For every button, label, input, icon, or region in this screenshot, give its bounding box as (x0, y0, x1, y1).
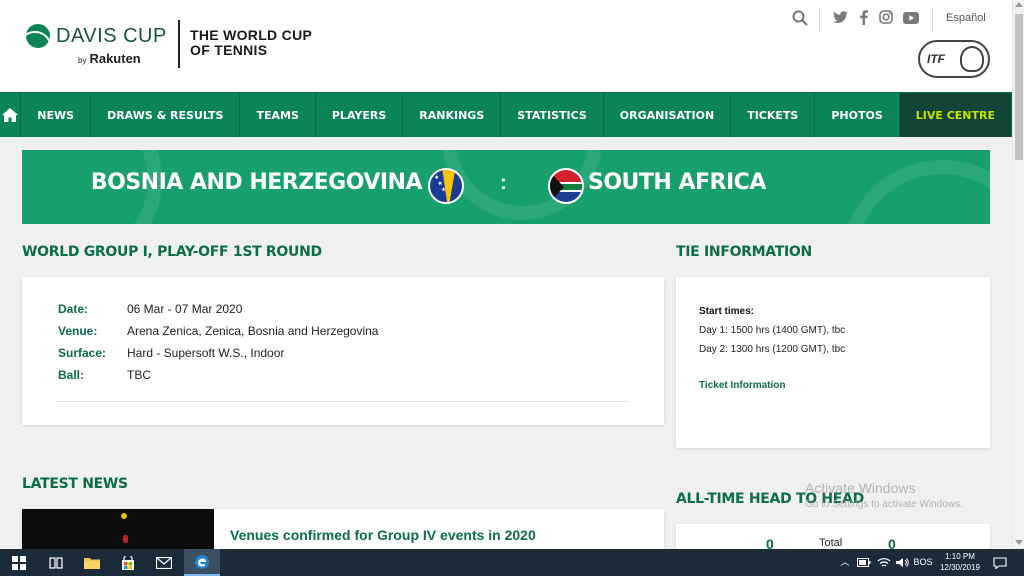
volume-icon[interactable] (894, 549, 910, 576)
watermark-title: Activate Windows (805, 480, 916, 496)
info-value: 06 Mar - 07 Mar 2020 (127, 302, 243, 316)
bosnia-flag-icon (428, 168, 464, 204)
main-nav: NEWS DRAWS & RESULTS TEAMS PLAYERS RANKI… (0, 92, 1012, 137)
itf-logo[interactable]: ITF (918, 40, 990, 78)
page-scrollbar[interactable] (1012, 0, 1024, 549)
nav-item-tickets[interactable]: TICKETS (731, 93, 816, 137)
event-title: WORLD GROUP I, PLAY-OFF 1ST ROUND (22, 244, 322, 260)
head-to-head-label: Total (819, 537, 843, 549)
nav-item-draws-results[interactable]: DRAWS & RESULTS (91, 93, 241, 137)
brand-name: DAVIS CUP (56, 25, 167, 47)
banner-decoration (842, 160, 990, 224)
tie-info-card: Start times: Day 1: 1500 hrs (1400 GMT),… (676, 277, 990, 448)
brand-sponsor: by Rakuten (78, 51, 141, 66)
windows-taskbar: ︿ BOS 1:10 PM 12/30/2019 (0, 549, 1024, 576)
ticket-information-link[interactable]: Ticket Information (699, 380, 786, 391)
notifications-icon[interactable] (990, 549, 1010, 576)
nav-item-players[interactable]: PLAYERS (316, 93, 404, 137)
tie-info-title: TIE INFORMATION (676, 244, 812, 260)
latest-news-title: LATEST NEWS (22, 476, 128, 492)
south-africa-flag-icon (548, 168, 584, 204)
youtube-icon[interactable] (901, 10, 921, 30)
keyboard-language[interactable]: BOS (912, 549, 934, 576)
davis-cup-ball-icon (26, 24, 50, 48)
nav-item-statistics[interactable]: STATISTICS (501, 93, 604, 137)
head-to-head-card: 0 Total 0 (676, 524, 990, 549)
language-switch[interactable]: Español (946, 12, 986, 24)
info-value: Hard - Supersoft W.S., Indoor (127, 346, 285, 360)
start-button[interactable] (0, 549, 38, 576)
nav-item-photos[interactable]: PHOTOS (815, 93, 900, 137)
nav-item-organisation[interactable]: ORGANISATION (604, 93, 732, 137)
tagline-line-2: OF TENNIS (190, 42, 268, 58)
team-1-wins: 0 (766, 536, 774, 549)
icon-separator (819, 8, 820, 32)
itf-label: ITF (927, 52, 945, 66)
trophy-icon (960, 46, 984, 72)
scroll-thumb[interactable] (1015, 14, 1023, 160)
start-times-label: Start times: (699, 306, 755, 317)
event-info-card: Date: 06 Mar - 07 Mar 2020 Venue: Arena … (22, 277, 664, 425)
info-label: Ball: (58, 368, 85, 382)
icon-separator (932, 8, 933, 32)
news-item[interactable]: Venues confirmed for Group IV events in … (22, 509, 664, 549)
davis-cup-logo[interactable]: DAVIS CUP by Rakuten (26, 22, 168, 66)
info-value: Arena Zenica, Zenica, Bosnia and Herzego… (127, 324, 379, 338)
tray-chevron-up-icon[interactable]: ︿ (838, 549, 852, 576)
taskbar-clock[interactable]: 1:10 PM 12/30/2019 (936, 551, 984, 573)
edge-icon[interactable] (184, 549, 220, 576)
battery-icon[interactable] (856, 549, 872, 576)
card-divider (56, 401, 630, 402)
windows-logo-icon (12, 556, 26, 570)
info-label: Surface: (58, 346, 107, 360)
nav-item-rankings[interactable]: RANKINGS (403, 93, 502, 137)
search-icon[interactable] (790, 10, 810, 30)
tagline-line-1: THE WORLD CUP (190, 27, 313, 43)
info-value: TBC (127, 368, 151, 382)
nav-item-teams[interactable]: TEAMS (240, 93, 316, 137)
site-header: DAVIS CUP by Rakuten THE WORLD CUP OF TEN… (0, 0, 1012, 92)
team-2-wins: 0 (888, 536, 896, 549)
store-icon[interactable] (110, 549, 146, 576)
info-label: Venue: (58, 324, 98, 338)
watermark-subtitle: Go to Settings to activate Windows. (805, 499, 963, 510)
tagline: THE WORLD CUP OF TENNIS (190, 28, 312, 58)
wifi-icon[interactable] (876, 549, 892, 576)
clock-date: 12/30/2019 (939, 563, 981, 572)
clock-time: 1:10 PM (945, 552, 975, 561)
activate-windows-watermark: Activate Windows Go to Settings to activ… (805, 480, 963, 510)
start-time-day-2: Day 2: 1300 hrs (1200 GMT), tbc (699, 344, 846, 355)
logo-divider (178, 20, 180, 68)
score-separator: : (500, 172, 507, 194)
scroll-up-arrow-icon[interactable] (1015, 2, 1023, 7)
news-thumbnail[interactable] (22, 509, 214, 549)
start-time-day-1: Day 1: 1500 hrs (1400 GMT), tbc (699, 325, 846, 336)
home-icon[interactable] (0, 93, 22, 137)
info-label: Date: (58, 302, 89, 316)
nav-item-live-centre[interactable]: LIVE CENTRE (899, 93, 1012, 137)
facebook-icon[interactable] (853, 10, 873, 30)
team-2-name[interactable]: SOUTH AFRICA (588, 170, 766, 195)
file-explorer-icon[interactable] (74, 549, 110, 576)
team-1-name[interactable]: BOSNIA AND HERZEGOVINA (91, 170, 423, 195)
scroll-down-arrow-icon[interactable] (1015, 540, 1023, 545)
news-item-title[interactable]: Venues confirmed for Group IV events in … (230, 527, 536, 543)
task-view-icon[interactable] (38, 549, 74, 576)
mail-icon[interactable] (146, 549, 182, 576)
twitter-icon[interactable] (830, 10, 850, 30)
nav-item-news[interactable]: NEWS (21, 93, 92, 137)
tie-banner: BOSNIA AND HERZEGOVINA : SOUTH AFRICA (22, 150, 990, 224)
instagram-icon[interactable] (876, 10, 896, 30)
